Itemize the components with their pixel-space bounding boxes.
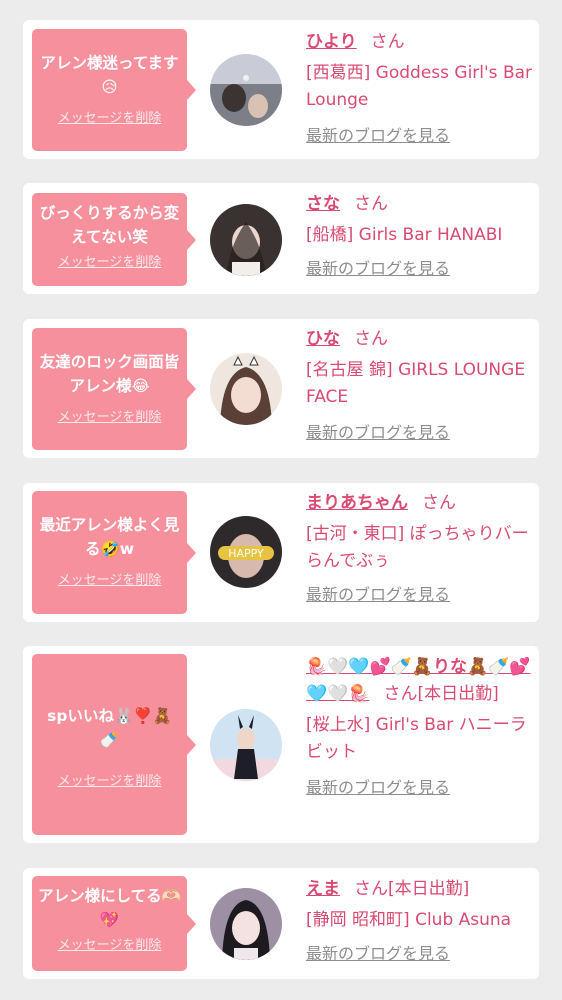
- delete-message-link[interactable]: メッセージを削除: [58, 934, 162, 953]
- latest-blog-link[interactable]: 最新のブログを見る: [306, 581, 450, 608]
- avatar[interactable]: [210, 353, 282, 425]
- shop-name: [静岡 昭和町] Club Asuna: [306, 910, 512, 930]
- message-bubble: アレン様にしてる🫶🏻💖 メッセージを削除: [32, 876, 196, 971]
- message-bubble: アレン様迷ってます😥 メッセージを削除: [32, 29, 196, 151]
- message-card: 友達のロック画面皆アレン様😂 メッセージを削除 ひな さん [名古屋 錦] GIR…: [23, 319, 539, 458]
- latest-blog-link[interactable]: 最新のブログを見る: [306, 255, 450, 282]
- message-text: 最近アレン様よく見る🤣w: [39, 516, 180, 558]
- latest-blog-link[interactable]: 最新のブログを見る: [306, 774, 450, 801]
- girl-name-link[interactable]: ひな: [306, 329, 340, 349]
- honorific: さん: [354, 329, 388, 349]
- profile-info: ひな さん [名古屋 錦] GIRLS LOUNGE FACE 最新のブログを見る: [306, 326, 532, 447]
- shop-name: [船橋] Girls Bar HANABI: [306, 225, 503, 245]
- delete-message-link[interactable]: メッセージを削除: [58, 770, 162, 789]
- shop-name: [西葛西] Goddess Girl's Bar Lounge: [306, 63, 533, 110]
- avatar-image: [210, 204, 282, 276]
- delete-message-link[interactable]: メッセージを削除: [58, 107, 162, 126]
- profile-info: えま さん[本日出勤] [静岡 昭和町] Club Asuna 最新のブログを見る: [306, 876, 532, 968]
- work-status: [本日出勤]: [388, 879, 470, 899]
- message-card: spいいね🐰❣️🧸🍼 メッセージを削除 🪼🤍🩵💕🍼🧸りな🧸🍼💕🩵🤍🪼 さん[本日出…: [23, 646, 539, 843]
- message-text: spいいね🐰❣️🧸🍼: [47, 707, 172, 749]
- work-status: [本日出勤]: [417, 684, 499, 704]
- message-bubble: spいいね🐰❣️🧸🍼 メッセージを削除: [32, 654, 196, 835]
- latest-blog-link[interactable]: 最新のブログを見る: [306, 122, 450, 149]
- profile-info: さな さん [船橋] Girls Bar HANABI 最新のブログを見る: [306, 191, 532, 283]
- message-card: 最近アレン様よく見る🤣w メッセージを削除 HAPPY まりあちゃん さん [古河…: [23, 483, 539, 622]
- message-card: びっくりするから変えてない笑 メッセージを削除 さな さん [船橋] Girls …: [23, 183, 539, 294]
- avatar-image: [210, 353, 282, 425]
- message-bubble: びっくりするから変えてない笑 メッセージを削除: [32, 193, 196, 286]
- message-card: アレン様迷ってます😥 メッセージを削除 ひより さん [西葛西] Goddess …: [23, 20, 539, 159]
- avatar-image: [210, 54, 282, 126]
- message-bubble: 最近アレン様よく見る🤣w メッセージを削除: [32, 491, 196, 614]
- girl-name-link[interactable]: えま: [306, 879, 340, 899]
- svg-text:HAPPY: HAPPY: [228, 547, 264, 560]
- avatar-image: HAPPY: [210, 516, 282, 588]
- avatar[interactable]: [210, 709, 282, 781]
- delete-message-link[interactable]: メッセージを削除: [58, 406, 162, 425]
- avatar[interactable]: [210, 204, 282, 276]
- honorific: さん: [354, 194, 388, 214]
- girl-name-link[interactable]: まりあちゃん: [306, 493, 408, 513]
- message-bubble: 友達のロック画面皆アレン様😂 メッセージを削除: [32, 328, 196, 450]
- message-text: アレン様迷ってます😥: [40, 54, 179, 96]
- honorific: さん: [370, 32, 405, 52]
- message-text: アレン様にしてる🫶🏻💖: [38, 887, 181, 929]
- delete-message-link[interactable]: メッセージを削除: [58, 251, 162, 270]
- shop-name: [古河・東口] ぽっちゃりバー らんでぶぅ: [306, 524, 529, 571]
- message-text: 友達のロック画面皆アレン様😂: [39, 353, 180, 395]
- avatar[interactable]: [210, 54, 282, 126]
- profile-info: まりあちゃん さん [古河・東口] ぽっちゃりバー らんでぶぅ 最新のブログを見る: [306, 490, 532, 609]
- shop-name: [名古屋 錦] GIRLS LOUNGE FACE: [306, 360, 526, 407]
- profile-info: ひより さん [西葛西] Goddess Girl's Bar Lounge 最新…: [306, 29, 532, 150]
- avatar[interactable]: [210, 888, 282, 960]
- girl-name-link[interactable]: ひより: [306, 32, 357, 52]
- latest-blog-link[interactable]: 最新のブログを見る: [306, 940, 450, 967]
- avatar-image: [210, 888, 282, 960]
- avatar[interactable]: HAPPY: [210, 516, 282, 588]
- avatar-image: [210, 709, 282, 781]
- latest-blog-link[interactable]: 最新のブログを見る: [306, 419, 450, 446]
- profile-info: 🪼🤍🩵💕🍼🧸りな🧸🍼💕🩵🤍🪼 さん[本日出勤] [桜上水] Girl's Bar …: [306, 654, 532, 802]
- message-card: アレン様にしてる🫶🏻💖 メッセージを削除 えま さん[本日出勤] [静岡 昭和町]…: [23, 868, 539, 979]
- honorific: さん: [422, 493, 456, 513]
- shop-name: [桜上水] Girl's Bar ハニーラビット: [306, 715, 527, 762]
- delete-message-link[interactable]: メッセージを削除: [58, 569, 162, 588]
- honorific: さん: [383, 684, 418, 704]
- honorific: さん: [354, 879, 388, 899]
- girl-name-link[interactable]: さな: [306, 194, 340, 214]
- message-text: びっくりするから変えてない笑: [39, 204, 180, 246]
